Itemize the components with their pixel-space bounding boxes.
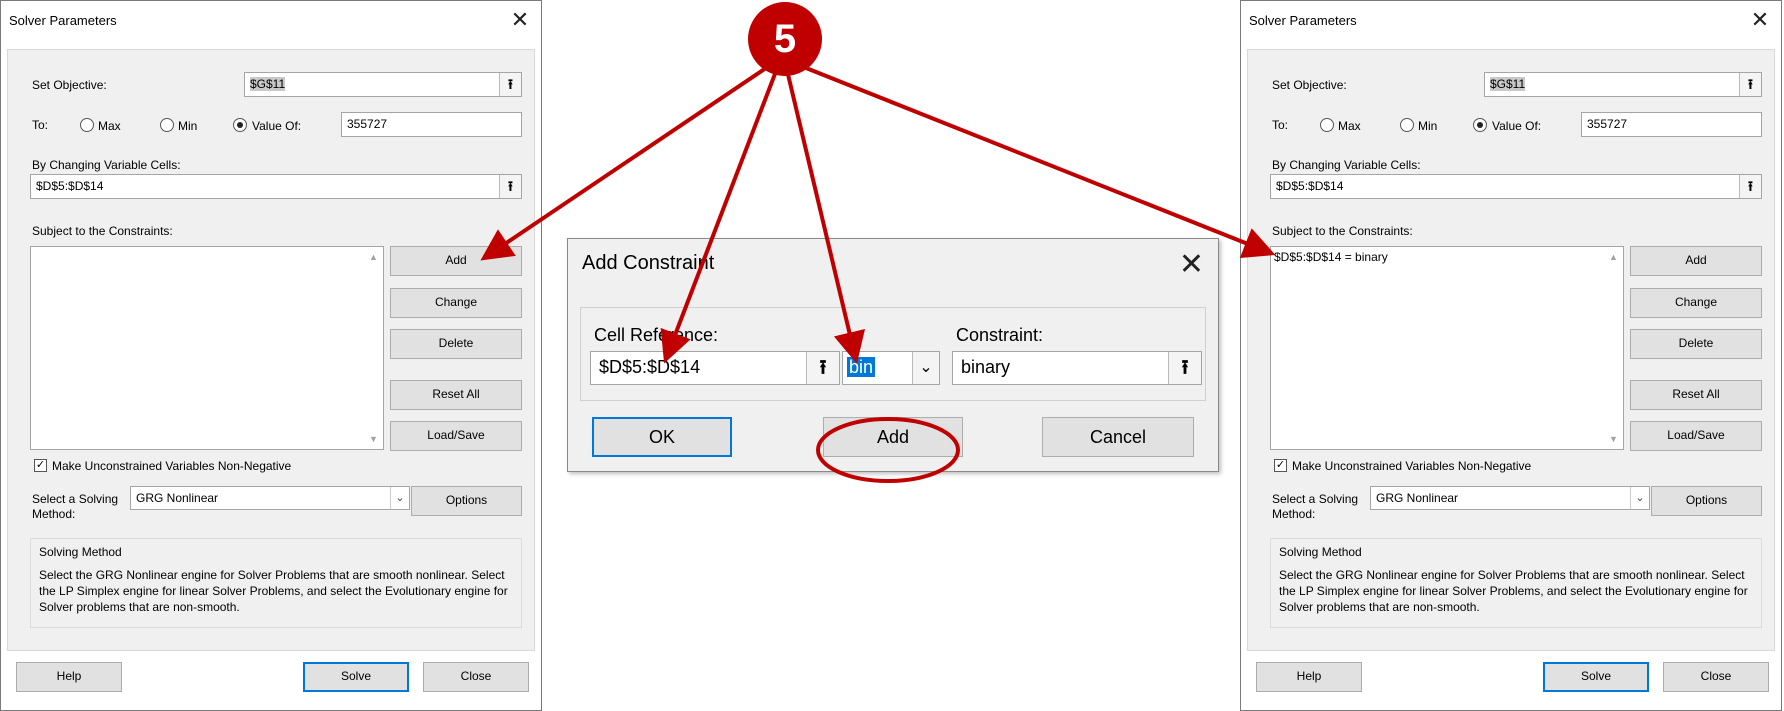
arrow-to-right-constraints: [795, 62, 1276, 258]
annotation-overlay: [480, 62, 1276, 483]
arrow-to-left-add: [480, 62, 774, 261]
annotation-arrows: [480, 62, 1276, 364]
arrow-to-operator: [784, 65, 866, 364]
step-badge: 5: [748, 2, 822, 76]
arrow-to-cell-reference: [660, 65, 780, 364]
highlight-add-ellipse: [816, 417, 960, 483]
